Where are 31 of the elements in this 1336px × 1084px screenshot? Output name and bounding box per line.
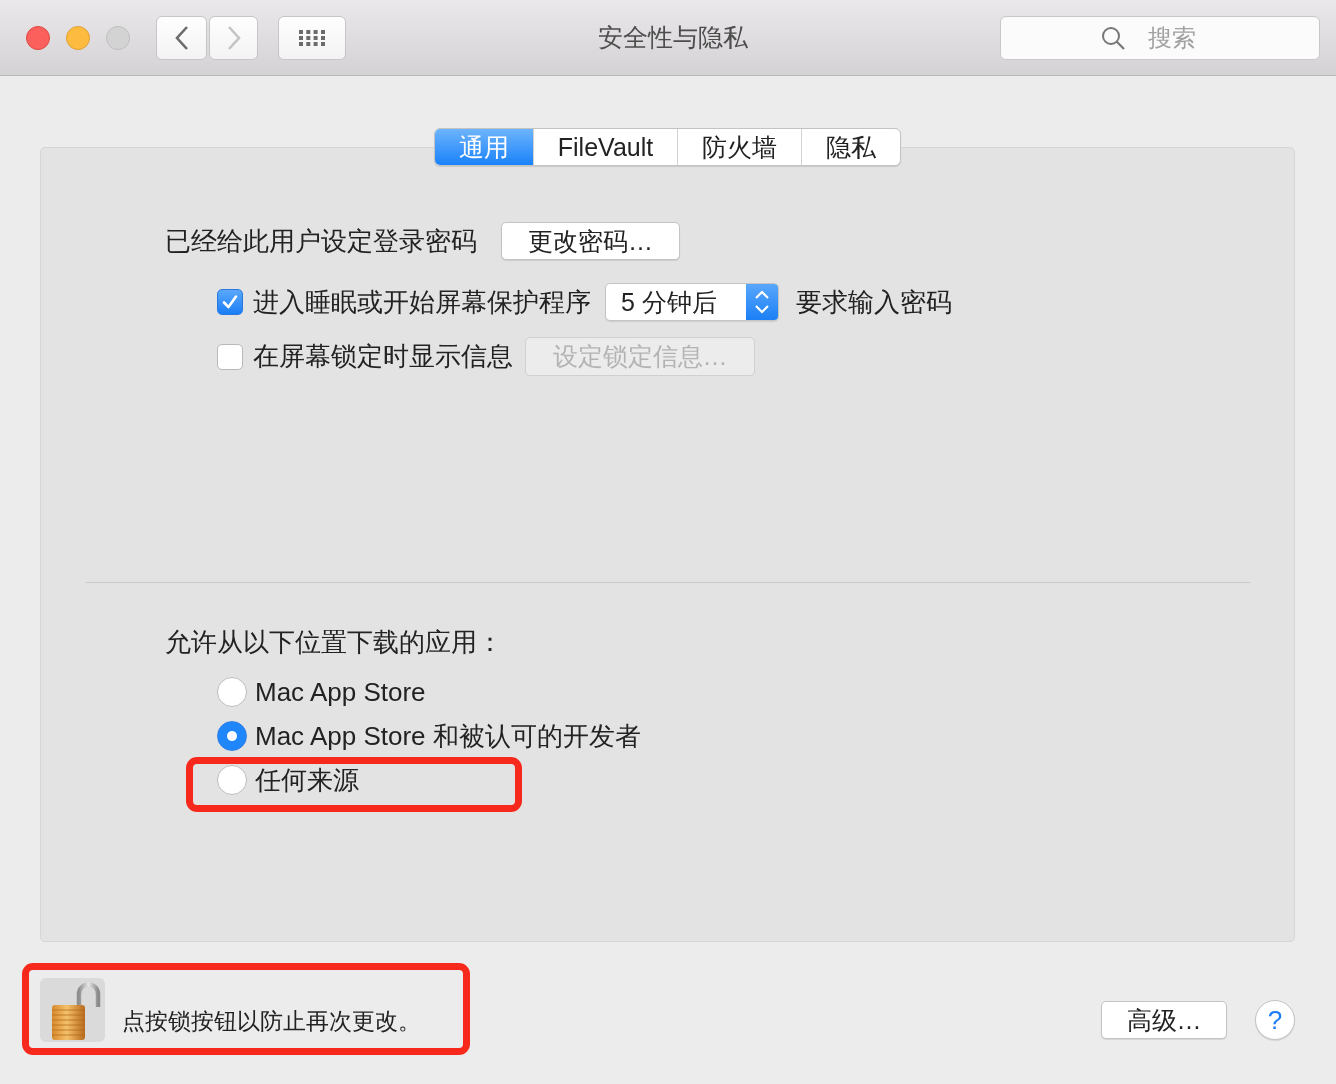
radio-button[interactable] xyxy=(217,677,247,707)
section-label: 允许从以下位置下载的应用： xyxy=(165,627,503,657)
search-field[interactable]: 搜索 xyxy=(1000,15,1320,60)
tab[interactable]: FileVault xyxy=(532,129,678,165)
password-status-label: 已经给此用户设定登录密码 xyxy=(165,224,477,258)
checkbox-label: 在屏幕锁定时显示信息 xyxy=(253,340,513,373)
checkbox[interactable] xyxy=(217,343,243,370)
radio-label: 任何来源 xyxy=(255,763,359,797)
show-all-button[interactable] xyxy=(278,15,346,60)
tab[interactable]: 防火墙 xyxy=(677,129,802,165)
grid-icon xyxy=(299,29,325,46)
change-password-button[interactable]: 更改密码… xyxy=(501,222,680,260)
minimize-button[interactable] xyxy=(66,25,90,50)
checkbox[interactable] xyxy=(217,289,243,315)
checkmark-icon xyxy=(221,293,239,311)
delay-dropdown[interactable]: 5 分钟后 xyxy=(605,283,779,321)
radio-label: Mac App Store 和被认可的开发者 xyxy=(255,719,641,753)
help-button[interactable]: ? xyxy=(1255,1000,1295,1040)
radio-label: Mac App Store xyxy=(255,676,426,708)
checkbox-label: 进入睡眠或开始屏幕保护程序 xyxy=(253,285,591,319)
window-title: 安全性与隐私 xyxy=(598,22,748,53)
radio-button[interactable] xyxy=(217,765,247,795)
radio-button[interactable] xyxy=(217,721,247,751)
up-down-arrows-icon xyxy=(746,284,778,320)
back-button[interactable] xyxy=(156,15,207,60)
lock-hint-text: 点按锁按钮以防止再次更改。 xyxy=(122,1007,421,1036)
advanced-button[interactable]: 高级… xyxy=(1101,1001,1227,1039)
require-password-label: 要求输入密码 xyxy=(796,285,952,319)
padlock-icon[interactable] xyxy=(40,978,105,1042)
close-button[interactable] xyxy=(26,25,50,50)
search-icon xyxy=(1101,25,1125,50)
